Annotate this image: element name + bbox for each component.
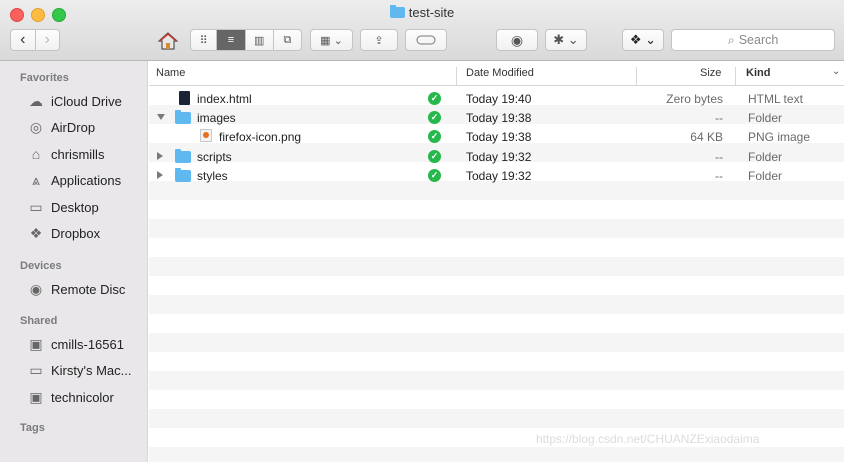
column-header-size[interactable]: Size — [700, 67, 721, 79]
computer-icon: ▣ — [29, 335, 43, 352]
list-icon: ≡ — [227, 34, 235, 46]
list-view-button[interactable]: ≡ — [217, 30, 246, 50]
sidebar-item-technicolor[interactable]: ▣ technicolor — [27, 386, 114, 408]
disclosure-triangle-right-icon[interactable] — [157, 152, 163, 160]
column-divider[interactable] — [735, 67, 736, 85]
file-row[interactable]: firefox-icon.png ✓ Today 19:38 64 KB PNG… — [149, 127, 844, 146]
cloud-icon: ☁ — [29, 92, 43, 109]
sync-check-icon: ✓ — [428, 150, 441, 163]
file-row[interactable]: images ✓ Today 19:38 -- Folder — [149, 108, 844, 127]
sidebar-header-shared: Shared — [20, 315, 58, 327]
airdrop-icon: ◎ — [29, 118, 43, 135]
arrange-icon: ▦ ⌄ — [320, 34, 343, 47]
chevron-right-icon: › — [44, 31, 50, 48]
sidebar-item-remote-disc[interactable]: ◉ Remote Disc — [27, 278, 126, 300]
arrange-button[interactable]: ▦ ⌄ — [310, 29, 353, 51]
search-icon: ⌕ — [727, 32, 735, 47]
sidebar-item-airdrop[interactable]: ◎ AirDrop — [27, 116, 95, 138]
disclosure-triangle-down-icon[interactable] — [157, 114, 165, 120]
window-title: test-site — [0, 5, 844, 20]
html-file-icon — [179, 91, 190, 105]
forward-button[interactable]: › — [36, 30, 60, 50]
titlebar: test-site ‹ › ⠿ ≡ ▥ ⧉ ▦ ⌄ ⇪ ◉ ✱ ⌄ ❖ ⌄ ⌕ … — [0, 0, 844, 61]
sidebar-item-kirstys-mac[interactable]: ▭ Kirsty's Mac... — [27, 359, 131, 381]
search-field[interactable]: ⌕ Search — [671, 29, 835, 51]
file-row[interactable]: index.html ✓ Today 19:40 Zero bytes HTML… — [149, 89, 844, 108]
sidebar-item-dropbox[interactable]: ❖ Dropbox — [27, 222, 100, 244]
sync-check-icon: ✓ — [428, 111, 441, 124]
sidebar-header-favorites: Favorites — [20, 72, 69, 84]
coverflow-icon: ⧉ — [283, 33, 292, 46]
tag-icon — [416, 35, 436, 45]
column-header-kind[interactable]: Kind — [746, 67, 770, 79]
quicklook-button[interactable]: ◉ — [496, 29, 538, 51]
column-divider[interactable] — [456, 67, 457, 85]
home-icon: ⌂ — [31, 146, 41, 162]
sidebar-header-devices: Devices — [20, 260, 62, 272]
column-header-name[interactable]: Name — [156, 67, 185, 79]
grid-icon: ⠿ — [199, 34, 208, 47]
sidebar-header-tags: Tags — [20, 422, 45, 434]
file-row[interactable]: styles ✓ Today 19:32 -- Folder — [149, 166, 844, 185]
computer-icon: ▭ — [29, 361, 43, 378]
dropbox-icon: ❖ ⌄ — [629, 32, 657, 47]
eye-icon: ◉ — [510, 31, 524, 48]
column-divider[interactable] — [636, 67, 637, 85]
file-list: Name Date Modified Size Kind ⌄ index.htm… — [149, 61, 844, 462]
computer-icon: ▣ — [29, 388, 43, 405]
dropbox-button[interactable]: ❖ ⌄ — [622, 29, 664, 51]
gear-icon: ✱ ⌄ — [553, 32, 579, 47]
home-icon[interactable] — [157, 31, 179, 51]
coverflow-view-button[interactable]: ⧉ — [274, 30, 301, 50]
columns-icon: ▥ — [253, 34, 265, 47]
png-file-icon — [200, 129, 212, 142]
share-icon: ⇪ — [374, 34, 384, 47]
sidebar-item-chrismills[interactable]: ⌂ chrismills — [27, 143, 105, 165]
sync-check-icon: ✓ — [428, 92, 441, 105]
sync-check-icon: ✓ — [428, 169, 441, 182]
sort-chevron-icon: ⌄ — [832, 66, 841, 77]
action-button[interactable]: ✱ ⌄ — [545, 29, 587, 51]
view-mode-buttons: ⠿ ≡ ▥ ⧉ — [190, 29, 302, 51]
finder-window: test-site ‹ › ⠿ ≡ ▥ ⧉ ▦ ⌄ ⇪ ◉ ✱ ⌄ ❖ ⌄ ⌕ … — [0, 0, 844, 462]
file-row[interactable]: scripts ✓ Today 19:32 -- Folder — [149, 147, 844, 166]
disc-icon: ◉ — [29, 280, 43, 297]
tag-button[interactable] — [405, 29, 447, 51]
sidebar-item-icloud-drive[interactable]: ☁ iCloud Drive — [27, 90, 122, 112]
back-button[interactable]: ‹ — [11, 30, 36, 50]
sidebar-item-desktop[interactable]: ▭ Desktop — [27, 196, 98, 218]
folder-icon — [175, 168, 191, 182]
column-headers: Name Date Modified Size Kind ⌄ — [149, 61, 844, 86]
sidebar: Favorites ☁ iCloud Drive ◎ AirDrop ⌂ chrism… — [0, 61, 148, 462]
desktop-icon: ▭ — [29, 198, 43, 215]
sync-check-icon: ✓ — [428, 130, 441, 143]
column-header-date[interactable]: Date Modified — [466, 67, 534, 79]
chevron-left-icon: ‹ — [20, 31, 26, 48]
back-forward-buttons: ‹ › — [10, 29, 60, 51]
column-view-button[interactable]: ▥ — [246, 30, 274, 50]
folder-icon — [389, 5, 405, 18]
folder-icon — [175, 149, 191, 163]
folder-icon — [175, 110, 191, 124]
disclosure-triangle-right-icon[interactable] — [157, 171, 163, 179]
share-button[interactable]: ⇪ — [360, 29, 398, 51]
sidebar-item-applications[interactable]: ⩓ Applications — [27, 169, 121, 191]
applications-icon: ⩓ — [32, 171, 40, 188]
sidebar-item-cmills[interactable]: ▣ cmills-16561 — [27, 333, 124, 355]
dropbox-icon: ❖ — [29, 224, 43, 241]
icon-view-button[interactable]: ⠿ — [191, 30, 218, 50]
watermark: https://blog.csdn.net/CHUANZExiaodaima — [536, 432, 760, 446]
